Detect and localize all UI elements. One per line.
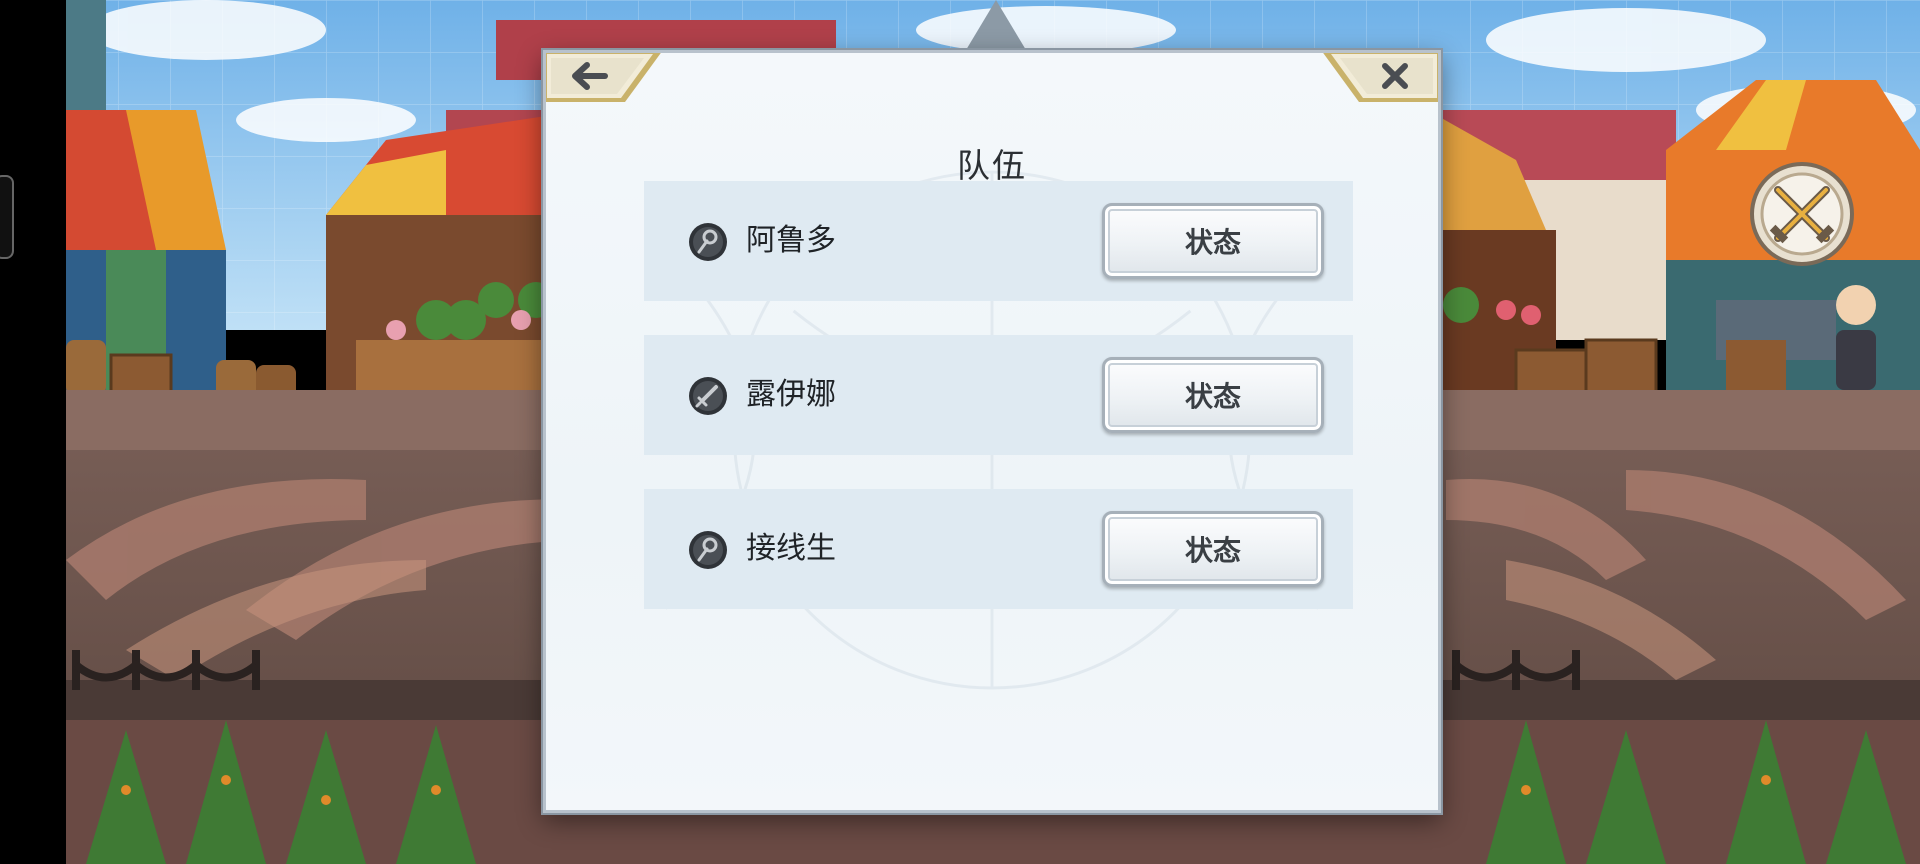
wand-class-icon (689, 223, 727, 261)
party-member-row: 露伊娜 状态 (644, 335, 1353, 455)
party-member-row: 阿鲁多 状态 (644, 181, 1353, 301)
party-dialog: 队伍 阿鲁多 状态 露伊娜 状态 接线生 状态 (543, 50, 1441, 813)
member-name: 阿鲁多 (746, 223, 836, 258)
dialog-title: 队伍 (957, 146, 1027, 185)
wand-class-icon (689, 531, 727, 569)
member-name: 露伊娜 (746, 377, 836, 412)
status-button[interactable]: 状态 (1102, 357, 1324, 433)
close-button[interactable] (1321, 53, 1438, 102)
crossed-swords-icon (1750, 162, 1854, 266)
party-member-row: 接线生 状态 (644, 489, 1353, 609)
member-name: 接线生 (746, 531, 836, 566)
side-panel-handle[interactable] (0, 175, 14, 259)
arrow-left-icon (572, 62, 608, 90)
game-screen: 队伍 阿鲁多 状态 露伊娜 状态 接线生 状态 (0, 0, 1920, 864)
sword-class-icon (689, 377, 727, 415)
status-button[interactable]: 状态 (1102, 203, 1324, 279)
close-icon (1382, 63, 1408, 89)
battle-hud-button[interactable] (1748, 160, 1856, 268)
back-button[interactable] (546, 53, 663, 102)
device-left-bezel (0, 0, 66, 864)
status-button[interactable]: 状态 (1102, 511, 1324, 587)
